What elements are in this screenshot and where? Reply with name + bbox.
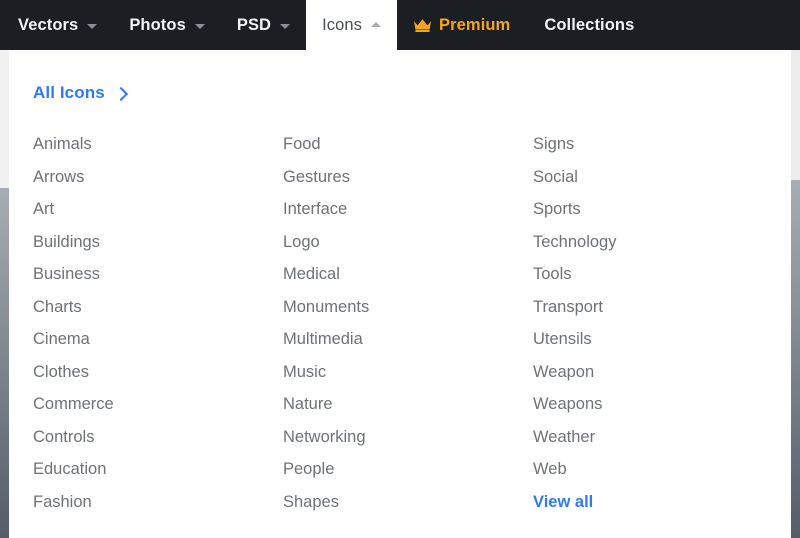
nav-item-icons-label: Icons (322, 15, 363, 34)
nav-item-collections[interactable]: Collections (526, 0, 650, 50)
category-item[interactable]: Weapon (533, 356, 750, 389)
category-item[interactable]: Arrows (33, 161, 250, 194)
category-item[interactable]: Commerce (33, 388, 250, 421)
category-item[interactable]: Charts (33, 291, 250, 324)
page-scrollbar-thumb[interactable] (791, 180, 800, 538)
category-item[interactable]: Technology (533, 226, 750, 259)
category-item[interactable]: Clothes (33, 356, 250, 389)
left-scrollbar-thumb[interactable] (0, 188, 9, 538)
nav-item-collections-label: Collections (544, 15, 635, 34)
category-item[interactable]: Cinema (33, 323, 250, 356)
nav-item-psd-label: PSD (236, 15, 272, 34)
category-item[interactable]: Food (283, 128, 500, 161)
category-column-1: Animals Arrows Art Buildings Business Ch… (0, 128, 250, 518)
view-all-link[interactable]: View all (533, 486, 750, 519)
nav-item-vectors-label: Vectors (18, 15, 79, 34)
category-item[interactable]: Art (33, 193, 250, 226)
all-icons-label: All Icons (33, 83, 105, 102)
chevron-down-icon (194, 23, 205, 29)
crown-icon (413, 18, 432, 33)
category-item[interactable]: Education (33, 453, 250, 486)
chevron-up-icon (371, 22, 382, 27)
category-item[interactable]: Weather (533, 421, 750, 454)
nav-item-psd[interactable]: PSD (221, 0, 306, 50)
category-item[interactable]: Business (33, 258, 250, 291)
category-item[interactable]: Sports (533, 193, 750, 226)
left-scrollbar[interactable] (0, 50, 9, 538)
category-item[interactable]: Medical (283, 258, 500, 291)
category-item[interactable]: Fashion (33, 486, 250, 519)
chevron-down-icon (280, 23, 291, 29)
all-icons-link[interactable]: All Icons (33, 83, 128, 103)
chevron-down-icon (87, 23, 98, 29)
category-columns: Animals Arrows Art Buildings Business Ch… (0, 128, 800, 518)
category-item[interactable]: Social (533, 161, 750, 194)
nav-item-icons[interactable]: Icons (306, 0, 398, 50)
category-column-3: Signs Social Sports Technology Tools Tra… (500, 128, 750, 518)
category-item[interactable]: Shapes (283, 486, 500, 519)
category-item[interactable]: Controls (33, 421, 250, 454)
category-column-2: Food Gestures Interface Logo Medical Mon… (250, 128, 500, 518)
top-navigation-bar: Vectors Photos PSD Icons Premium Collect… (0, 0, 800, 50)
category-item[interactable]: Animals (33, 128, 250, 161)
category-item[interactable]: Buildings (33, 226, 250, 259)
nav-item-photos[interactable]: Photos (113, 0, 221, 50)
category-item[interactable]: Web (533, 453, 750, 486)
category-item[interactable]: Multimedia (283, 323, 500, 356)
nav-item-photos-label: Photos (129, 15, 186, 34)
nav-item-premium[interactable]: Premium (397, 0, 526, 50)
category-item[interactable]: Utensils (533, 323, 750, 356)
nav-item-vectors[interactable]: Vectors (0, 0, 113, 50)
category-item[interactable]: Nature (283, 388, 500, 421)
category-item[interactable]: Signs (533, 128, 750, 161)
chevron-right-icon (113, 86, 128, 101)
category-item[interactable]: Logo (283, 226, 500, 259)
nav-item-premium-label: Premium (439, 15, 511, 34)
category-item[interactable]: Weapons (533, 388, 750, 421)
category-item[interactable]: Interface (283, 193, 500, 226)
category-item[interactable]: Transport (533, 291, 750, 324)
category-item[interactable]: Gestures (283, 161, 500, 194)
category-item[interactable]: Monuments (283, 291, 500, 324)
category-item[interactable]: People (283, 453, 500, 486)
page-scrollbar[interactable] (791, 50, 800, 538)
category-item[interactable]: Networking (283, 421, 500, 454)
category-item[interactable]: Tools (533, 258, 750, 291)
category-item[interactable]: Music (283, 356, 500, 389)
icons-dropdown-panel: All Icons Animals Arrows Art Buildings B… (0, 50, 800, 538)
